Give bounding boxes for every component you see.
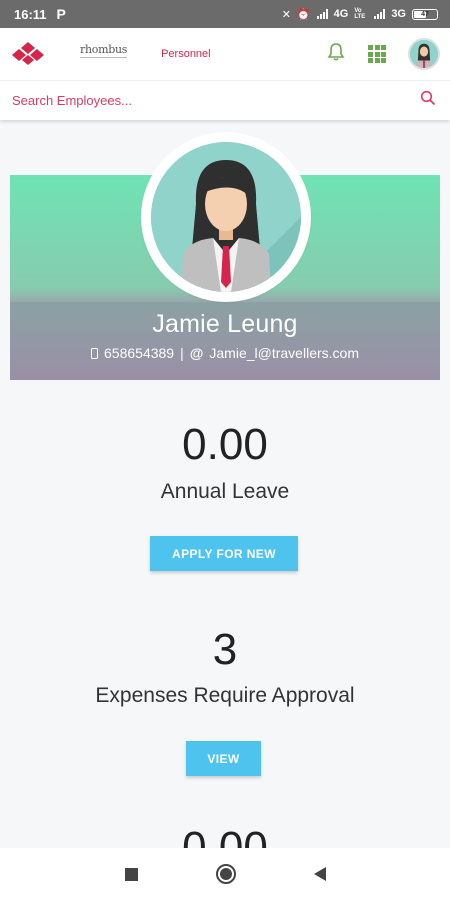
at-icon: @ [189,345,204,361]
employee-email[interactable]: Jamie_l@travellers.com [209,345,359,361]
brand-logo: rhombus [80,44,127,64]
system-navigation-bar [0,848,450,900]
view-expenses-button[interactable]: VIEW [186,741,261,776]
employee-name: Jamie Leung [152,310,298,338]
profile-avatar-image [151,142,301,292]
network-3g-label: 3G [391,8,406,20]
network-4g-label: 4G [333,8,349,20]
search-icon[interactable] [420,90,436,111]
notification-bell-icon[interactable] [326,42,346,67]
phone-icon [91,347,99,359]
contact-separator: | [180,345,184,361]
brand-subtext [80,57,128,64]
volte-label: Vo LTE [354,8,366,20]
signal-icon-2 [374,9,386,19]
apply-for-new-button[interactable]: APPLY FOR NEW [150,536,298,571]
carrier-icon: P [56,6,66,22]
apps-grid-icon[interactable] [368,45,386,63]
header-actions [326,38,440,70]
search-input[interactable] [12,93,420,108]
app-header: rhombus Personnel [0,28,450,80]
company-logo[interactable] [10,41,46,67]
recent-apps-icon[interactable] [124,867,138,881]
annual-leave-label: Annual Leave [160,480,290,503]
annual-leave-value: 0.00 [182,420,268,469]
mute-icon: ✕ [281,8,291,21]
module-title[interactable]: Personnel [161,48,211,60]
signal-icon [316,9,328,19]
search-bar [0,80,450,120]
user-avatar[interactable] [408,38,440,70]
next-stat-value: 0.00 [0,826,450,848]
alarm-icon: ⏰ [296,8,311,21]
employee-phone[interactable]: 658654389 [104,345,174,361]
profile-avatar[interactable] [141,132,311,302]
status-time: 16:11 [14,6,47,22]
battery-level: 47 [421,10,429,18]
employee-contact: 658654389 | @ Jamie_l@travellers.com [10,345,440,361]
back-icon[interactable] [313,867,326,881]
expenses-value: 3 [212,625,238,674]
status-bar: 16:11 P ✕ ⏰ 4G Vo LTE 3G 47 [0,0,450,28]
home-icon[interactable] [215,864,236,884]
expenses-label: Expenses Require Approval [95,684,355,707]
status-indicators: ✕ ⏰ 4G Vo LTE 3G 47 [282,8,438,21]
brand-text: rhombus [80,43,128,56]
battery-icon: 47 [412,8,438,20]
